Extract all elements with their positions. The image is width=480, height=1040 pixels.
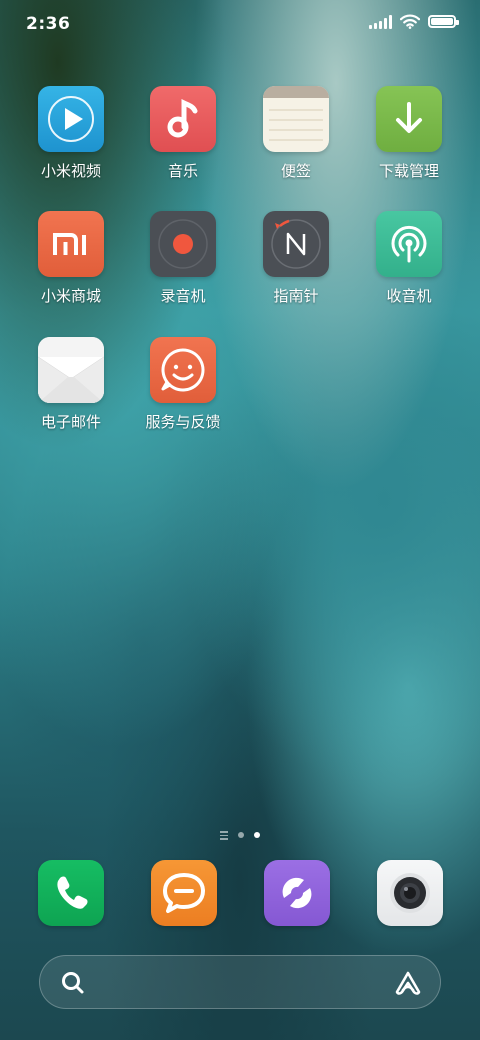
service-feedback-icon <box>150 337 216 403</box>
music-icon <box>150 86 216 152</box>
browser-app[interactable] <box>264 860 330 926</box>
app-download-manager[interactable]: 下载管理 <box>354 86 464 181</box>
page-dot <box>238 832 244 839</box>
phone-icon <box>57 876 88 909</box>
assistant-icon[interactable] <box>394 970 422 996</box>
camera-icon <box>390 873 430 913</box>
camera-app[interactable] <box>377 860 443 926</box>
app-label: 小米视频 <box>40 162 101 180</box>
search-bar[interactable] <box>39 955 441 1009</box>
app-label: 小米商城 <box>40 287 101 305</box>
page-dot-active <box>254 832 260 839</box>
app-mi-video[interactable]: 小米视频 <box>16 86 126 181</box>
battery-fill <box>431 18 453 25</box>
app-radio[interactable]: 收音机 <box>354 211 464 306</box>
page-indicator[interactable] <box>0 831 480 840</box>
email-icon <box>38 337 104 403</box>
notes-icon <box>263 86 329 152</box>
app-label: 电子邮件 <box>40 413 101 431</box>
status-time: 2:36 <box>26 14 71 34</box>
app-label: 便签 <box>280 162 311 180</box>
search-icon <box>62 972 84 994</box>
radio-icon <box>376 211 442 277</box>
app-compass[interactable]: 指南针 <box>241 211 351 306</box>
app-label: 录音机 <box>160 287 206 305</box>
browser-icon <box>282 877 312 909</box>
status-icons <box>369 14 459 29</box>
app-label: 音乐 <box>167 162 198 180</box>
minus-one-screen-icon <box>220 831 228 840</box>
app-music[interactable]: 音乐 <box>128 86 238 181</box>
app-label: 指南针 <box>273 287 319 305</box>
status-bar: 2:36 <box>0 0 480 50</box>
signal-icon <box>369 14 392 29</box>
wifi-icon <box>400 14 420 29</box>
messages-icon <box>163 873 205 913</box>
app-label: 服务与反馈 <box>145 413 221 431</box>
download-icon <box>376 86 442 152</box>
mi-store-icon <box>38 211 104 277</box>
app-label: 下载管理 <box>378 162 439 180</box>
compass-icon <box>263 211 329 277</box>
app-label: 收音机 <box>386 287 432 305</box>
phone-app[interactable] <box>38 860 104 926</box>
app-service-feedback[interactable]: 服务与反馈 <box>128 337 238 432</box>
app-notes[interactable]: 便签 <box>241 86 351 181</box>
recorder-icon <box>150 211 216 277</box>
messages-app[interactable] <box>151 860 217 926</box>
app-email[interactable]: 电子邮件 <box>16 337 126 432</box>
app-recorder[interactable]: 录音机 <box>128 211 238 306</box>
mi-video-icon <box>38 86 104 152</box>
app-mi-store[interactable]: 小米商城 <box>16 211 126 306</box>
battery-icon <box>428 15 459 28</box>
